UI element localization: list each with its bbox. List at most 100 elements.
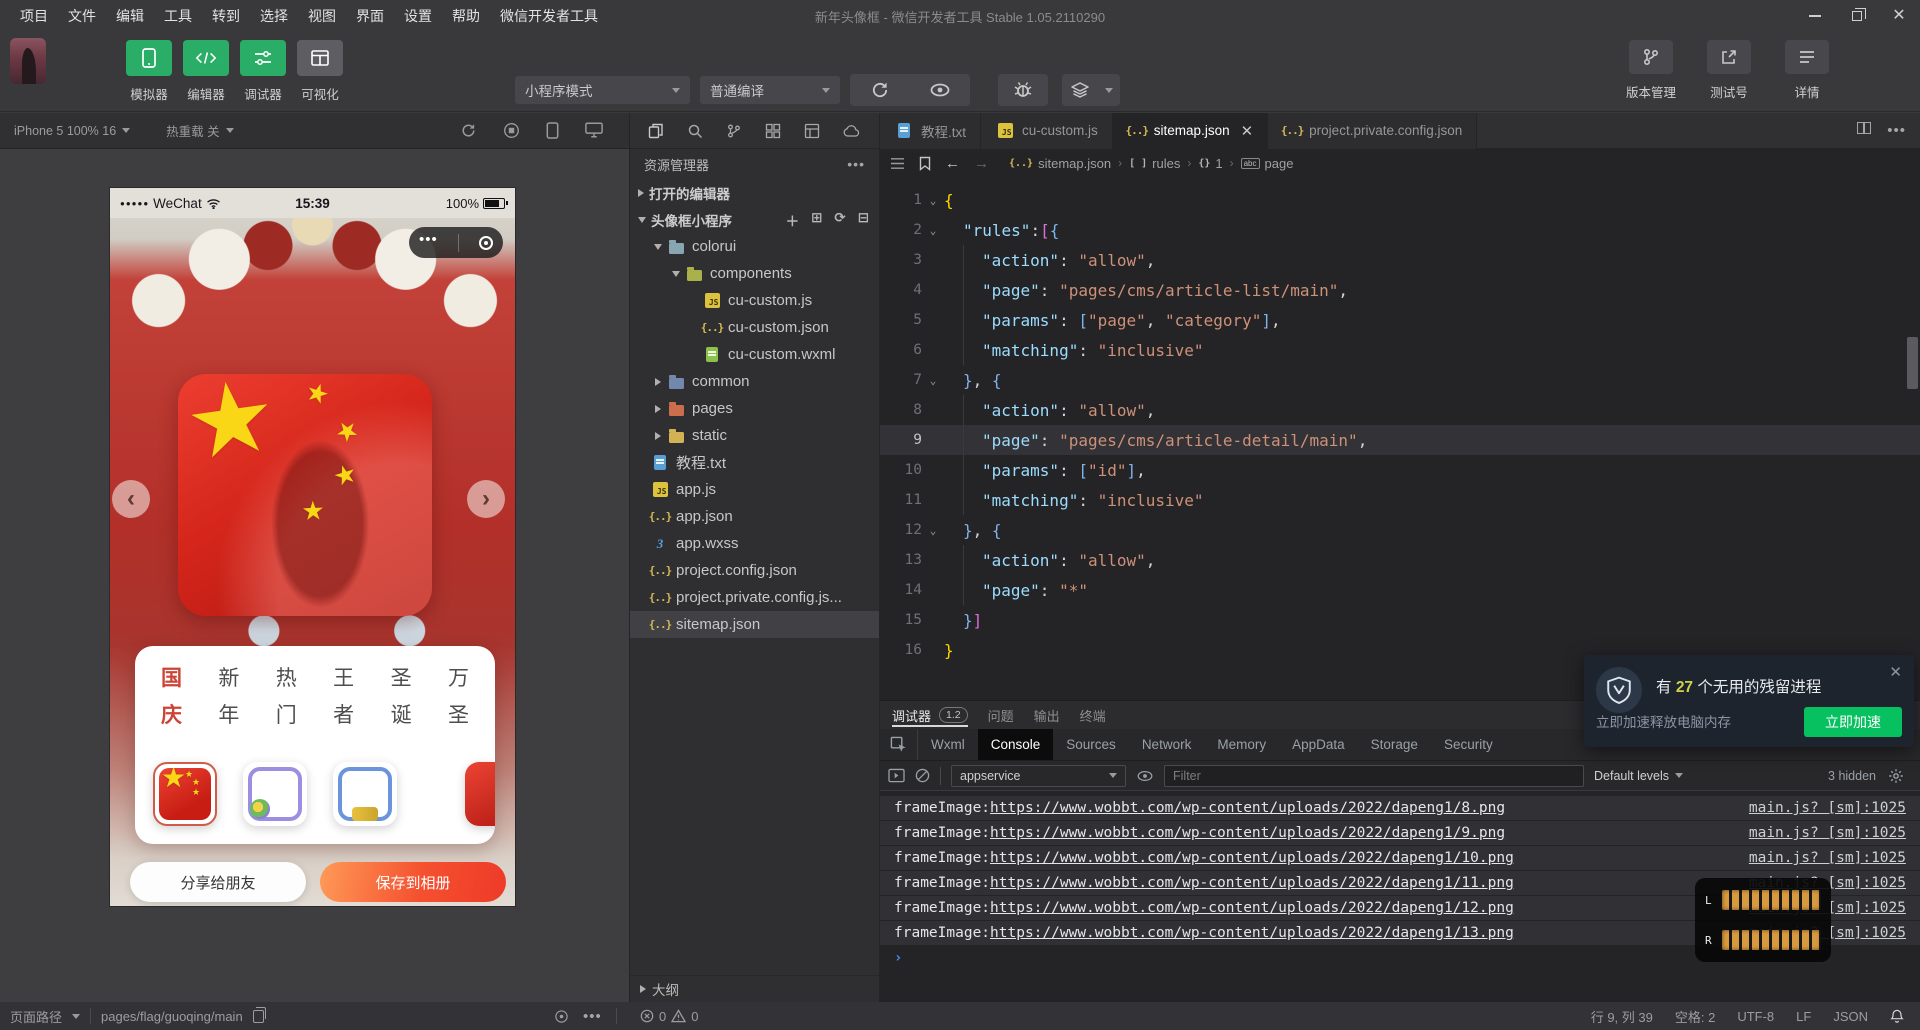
collapse-all-icon[interactable]: ⊟ xyxy=(858,210,869,230)
debug-tab-1[interactable]: 问题 xyxy=(988,701,1014,729)
search-icon[interactable] xyxy=(687,123,703,139)
console-source-link[interactable]: main.js? [sm]:1025 xyxy=(1749,800,1906,816)
console-url-link[interactable]: https://www.wobbt.com/wp-content/uploads… xyxy=(990,900,1514,916)
tree-item-components[interactable]: components xyxy=(630,260,879,287)
eye-icon[interactable] xyxy=(1136,768,1154,784)
context-selector[interactable]: appservice xyxy=(951,765,1126,787)
cursor-position[interactable]: 行 9, 列 39 xyxy=(1591,1007,1653,1026)
eol-setting[interactable]: LF xyxy=(1796,1009,1811,1024)
breadcrumb-sitemap.json[interactable]: {..}sitemap.json xyxy=(1007,156,1113,171)
devtools-tab-Memory[interactable]: Memory xyxy=(1204,729,1279,760)
cloud-icon[interactable] xyxy=(843,124,861,138)
console-url-link[interactable]: https://www.wobbt.com/wp-content/uploads… xyxy=(990,875,1514,891)
refresh-tree-icon[interactable]: ⟳ xyxy=(834,210,845,230)
menu-item-8[interactable]: 设置 xyxy=(394,0,442,32)
tree-item-sitemap.json[interactable]: {..}sitemap.json xyxy=(630,611,879,638)
compile-mode-dropdown[interactable]: 普通编译 xyxy=(700,76,840,104)
thumbnail-blue-frame[interactable] xyxy=(333,762,397,826)
code-line-7[interactable]: 7 ⌄ }, { xyxy=(880,365,1920,395)
menu-item-7[interactable]: 界面 xyxy=(346,0,394,32)
fold-arrow-icon[interactable]: ⌄ xyxy=(922,524,944,537)
outline-section[interactable]: 大纲 xyxy=(630,975,879,1002)
console-url-link[interactable]: https://www.wobbt.com/wp-content/uploads… xyxy=(990,925,1514,941)
code-line-2[interactable]: 2 ⌄ "rules":[{ xyxy=(880,215,1920,245)
devtools-tab-AppData[interactable]: AppData xyxy=(1279,729,1358,760)
devtools-tab-Network[interactable]: Network xyxy=(1129,729,1205,760)
menu-item-10[interactable]: 微信开发者工具 xyxy=(490,0,608,32)
gear-icon[interactable] xyxy=(1888,768,1904,784)
files-icon[interactable] xyxy=(648,123,664,139)
preview-button[interactable] xyxy=(929,80,951,100)
editor-tab-cu-custom.js[interactable]: JScu-custom.js xyxy=(981,113,1113,149)
console-url-link[interactable]: https://www.wobbt.com/wp-content/uploads… xyxy=(990,800,1505,816)
tree-item-pages[interactable]: pages xyxy=(630,395,879,422)
tree-item-static[interactable]: static xyxy=(630,422,879,449)
menu-item-1[interactable]: 文件 xyxy=(58,0,106,32)
editor-tab-project.private.config.json[interactable]: {..}project.private.config.json xyxy=(1268,113,1477,149)
console-source-link[interactable]: main.js? [sm]:1025 xyxy=(1749,825,1906,841)
category-tab-1[interactable]: 新年 xyxy=(218,662,239,729)
tree-item-cu-custom.json[interactable]: {..}cu-custom.json xyxy=(630,314,879,341)
grid-icon[interactable] xyxy=(765,123,781,139)
menu-item-9[interactable]: 帮助 xyxy=(442,0,490,32)
category-tab-2[interactable]: 热门 xyxy=(276,662,297,729)
breadcrumb-page[interactable]: abcpage xyxy=(1239,156,1296,171)
remote-debug-button[interactable] xyxy=(998,74,1048,106)
code-line-12[interactable]: 12 ⌄ }, { xyxy=(880,515,1920,545)
editor-more-icon[interactable]: ••• xyxy=(1887,122,1906,139)
tree-item-project.private.config.js...[interactable]: {..}project.private.config.js... xyxy=(630,584,879,611)
menu-item-6[interactable]: 视图 xyxy=(298,0,346,32)
open-editors-section[interactable]: 打开的编辑器 xyxy=(630,179,879,206)
code-line-9[interactable]: 9 "page": "pages/cms/article-detail/main… xyxy=(880,425,1920,455)
new-file-icon[interactable]: ＋ xyxy=(786,210,800,230)
explorer-more-icon[interactable]: ••• xyxy=(847,156,865,172)
eye-status-icon[interactable] xyxy=(554,1009,569,1024)
save-to-album-button[interactable]: 保存到相册 xyxy=(320,862,506,902)
console-source-link[interactable]: main.js? [sm]:1025 xyxy=(1749,850,1906,866)
category-tab-5[interactable]: 万圣 xyxy=(448,662,469,729)
tree-item-app.wxss[interactable]: 3app.wxss xyxy=(630,530,879,557)
tree-item-app.js[interactable]: JSapp.js xyxy=(630,476,879,503)
test-account-button[interactable]: 测试号 xyxy=(1700,40,1758,101)
menu-item-3[interactable]: 工具 xyxy=(154,0,202,32)
devtools-tab-Sources[interactable]: Sources xyxy=(1053,729,1129,760)
debug-tab-0[interactable]: 调试器1.2 xyxy=(892,701,968,729)
devtools-tab-Console[interactable]: Console xyxy=(978,729,1054,760)
back-arrow-icon[interactable]: ← xyxy=(945,155,960,172)
device-selector[interactable]: iPhone 5 100% 16 xyxy=(14,124,130,138)
avatar[interactable] xyxy=(10,38,46,84)
status-more-icon[interactable]: ••• xyxy=(583,1008,602,1025)
category-tab-4[interactable]: 圣诞 xyxy=(391,662,412,729)
menu-item-2[interactable]: 编辑 xyxy=(106,0,154,32)
git-icon[interactable] xyxy=(726,123,742,139)
bookmark-icon[interactable] xyxy=(919,156,931,171)
tree-item-common[interactable]: common xyxy=(630,368,879,395)
console-url-link[interactable]: https://www.wobbt.com/wp-content/uploads… xyxy=(990,850,1514,866)
compile-button[interactable] xyxy=(870,80,890,100)
phone-frame-icon[interactable] xyxy=(546,122,559,139)
toggle-3[interactable]: 可视化 xyxy=(296,40,344,103)
code-line-1[interactable]: 1 ⌄ { xyxy=(880,185,1920,215)
code-line-6[interactable]: 6 "matching": "inclusive" xyxy=(880,335,1920,365)
popup-close-icon[interactable]: ✕ xyxy=(1889,663,1902,681)
thumbnail-red-frame[interactable] xyxy=(465,762,495,826)
code-line-5[interactable]: 5 "params": ["page", "category"], xyxy=(880,305,1920,335)
split-editor-icon[interactable] xyxy=(1857,122,1871,134)
clear-cache-button[interactable] xyxy=(1062,74,1120,106)
editor-tab-教程.txt[interactable]: 教程.txt xyxy=(880,113,981,149)
details-button[interactable]: 详情 xyxy=(1778,40,1836,101)
category-tab-3[interactable]: 王者 xyxy=(333,662,354,729)
desktop-icon[interactable] xyxy=(585,122,603,138)
page-path-value[interactable]: pages/flag/guoqing/main xyxy=(101,1009,243,1024)
console-url-link[interactable]: https://www.wobbt.com/wp-content/uploads… xyxy=(990,825,1505,841)
toggle-1[interactable]: 编辑器 xyxy=(182,40,230,103)
sidebar-toggle-icon[interactable] xyxy=(888,768,905,783)
close-button[interactable]: ✕ xyxy=(1878,0,1920,32)
project-root[interactable]: 头像框小程序 ＋ ⊞ ⟳ ⊟ xyxy=(630,206,879,233)
toggle-0[interactable]: 模拟器 xyxy=(125,40,173,103)
bell-icon[interactable] xyxy=(1890,1009,1904,1024)
code-line-13[interactable]: 13 "action": "allow", xyxy=(880,545,1920,575)
code-line-15[interactable]: 15 }] xyxy=(880,605,1920,635)
fold-arrow-icon[interactable]: ⌄ xyxy=(922,224,944,237)
code-line-14[interactable]: 14 "page": "*" xyxy=(880,575,1920,605)
